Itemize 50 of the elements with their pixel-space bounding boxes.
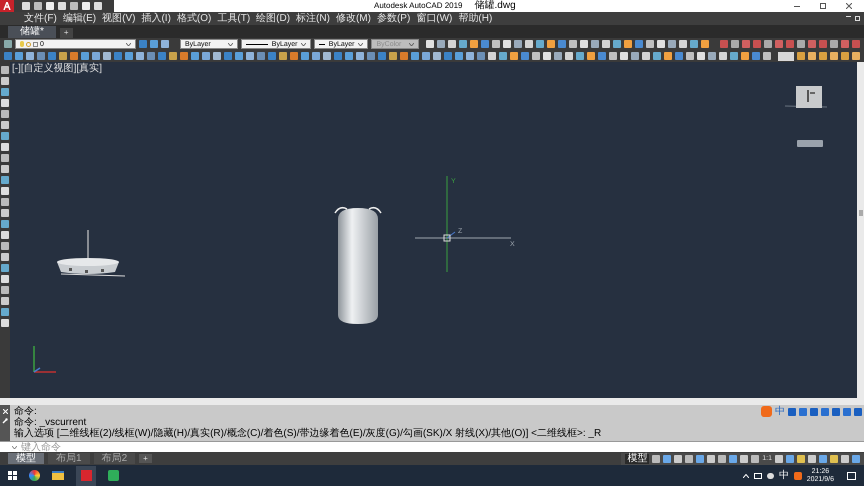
command-history-line: 输入选项 [二维线框(2)/线框(W)/隐藏(H)/真实(R)/概念(C)/着色(S)/带边缘着色(E)/灰度(G)/勾画(SK)/X 射线(X)/其他(O)] <二维线框>: _R <box>14 428 602 439</box>
command-history-line: 命令: <box>14 406 37 417</box>
caret-icon[interactable] <box>12 446 17 448</box>
caret-icon <box>358 42 364 46</box>
model-space-button[interactable]: 模型 <box>625 454 650 464</box>
menu-item[interactable]: 工具(T) <box>217 14 250 24</box>
browser-icon[interactable] <box>29 470 40 481</box>
menu-item[interactable]: 参数(P) <box>376 14 410 24</box>
menu-item[interactable]: 标注(N) <box>296 14 330 24</box>
cad-app-icon[interactable] <box>76 466 96 486</box>
caret-icon <box>409 42 414 46</box>
command-history-line: 命令: _vscurrent <box>14 417 86 428</box>
add-layout-button[interactable]: + <box>139 454 152 463</box>
app-icon[interactable] <box>108 470 119 481</box>
app-logo-icon[interactable] <box>0 0 14 12</box>
menu-item[interactable]: 绘图(D) <box>256 14 290 24</box>
caret-icon <box>228 42 233 46</box>
caret-icon <box>301 42 306 46</box>
viewport-label[interactable]: [-][自定义视图][真实] <box>12 64 102 74</box>
menu-item[interactable]: 帮助(H) <box>458 14 492 24</box>
menu-item[interactable]: 修改(M) <box>336 14 371 24</box>
menu-item[interactable]: 编辑(E) <box>62 14 96 24</box>
wrench-icon[interactable] <box>2 418 8 424</box>
folder-icon[interactable] <box>52 471 64 480</box>
chevron-up-icon[interactable] <box>742 474 749 478</box>
input-method[interactable]: 中 <box>778 470 789 480</box>
layout-tab[interactable]: 布局1 <box>48 453 90 464</box>
view-name-field[interactable] <box>778 52 794 60</box>
menu-item[interactable]: 插入(I) <box>141 14 171 24</box>
network-icon[interactable] <box>754 472 762 478</box>
restore-icon[interactable] <box>855 16 860 21</box>
horizontal-scrollbar[interactable] <box>0 398 864 405</box>
window-title: Autodesk AutoCAD 2019 <box>374 2 463 10</box>
maximize-icon[interactable] <box>820 3 826 9</box>
file-name: 储罐.dwg <box>474 1 516 11</box>
ime-mode[interactable]: 中 <box>775 406 785 416</box>
menu-item[interactable]: 窗口(W) <box>416 14 452 24</box>
close-icon[interactable] <box>846 3 852 9</box>
layout-tab[interactable]: 模型 <box>8 453 44 464</box>
menu-item[interactable]: 文件(F) <box>24 14 57 24</box>
ime-logo-icon[interactable] <box>794 472 802 480</box>
caret-icon <box>126 42 131 46</box>
vertical-scrollbar[interactable] <box>857 62 864 398</box>
layout-tab[interactable]: 布局2 <box>94 453 136 464</box>
file-tab[interactable]: 储罐* <box>8 26 56 38</box>
new-tab-button[interactable]: + <box>60 28 73 38</box>
menu-item[interactable]: 格式(O) <box>176 14 212 24</box>
notification-icon[interactable] <box>847 472 856 480</box>
windows-start-icon[interactable] <box>8 471 17 480</box>
menu-item[interactable]: 视图(V) <box>102 14 136 24</box>
